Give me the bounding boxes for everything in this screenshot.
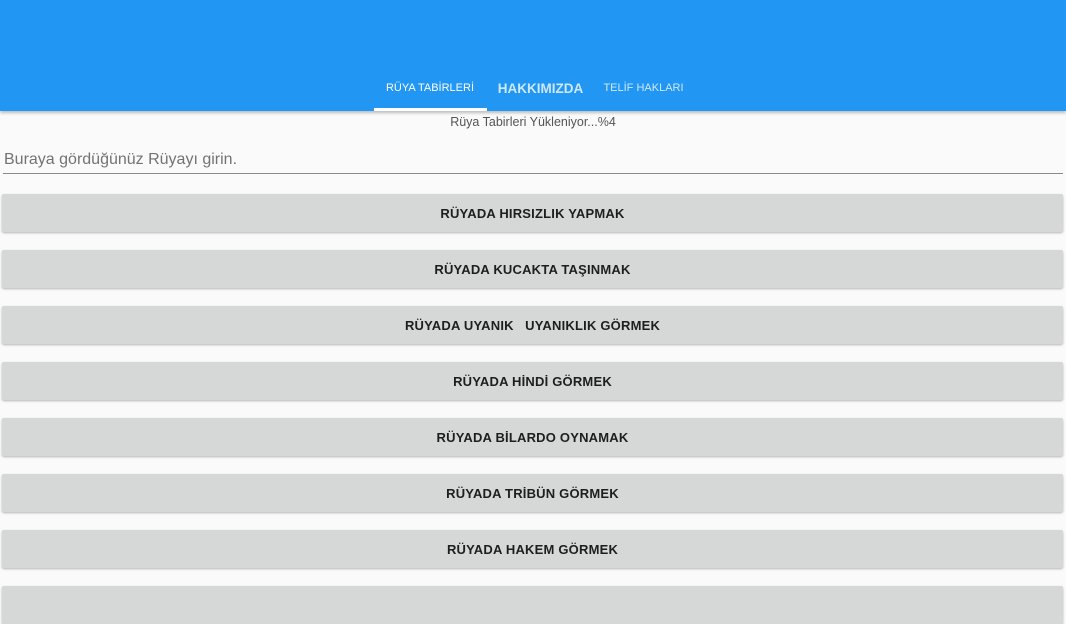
app-bar: RÜYA TABİRLERİ HAKKIMIZDA TELİF HAKLARI [0, 0, 1066, 111]
tab-bar: RÜYA TABİRLERİ HAKKIMIZDA TELİF HAKLARI [0, 65, 1066, 111]
loading-status: Rüya Tabirleri Yükleniyor...%4 [450, 115, 616, 129]
dream-button[interactable]: RÜYADA HIRSIZLIK YAPMAK [2, 194, 1063, 232]
dream-button[interactable]: RÜYADA TRİBÜN GÖRMEK [2, 474, 1063, 512]
dream-button[interactable]: RÜYADA BİLARDO OYNAMAK [2, 418, 1063, 456]
dream-button[interactable]: RÜYADA UYANIK UYANIKLIK GÖRMEK [2, 306, 1063, 344]
tab-telif-haklari[interactable]: TELİF HAKLARI [595, 65, 693, 111]
search-input[interactable] [3, 148, 1063, 172]
dream-button[interactable]: RÜYADA KUCAKTA TAŞINMAK [2, 250, 1063, 288]
dream-button[interactable]: RÜYADA HAKEM GÖRMEK [2, 530, 1063, 568]
search-field[interactable] [3, 148, 1063, 174]
dream-button[interactable] [2, 586, 1063, 624]
dream-button[interactable]: RÜYADA HİNDİ GÖRMEK [2, 362, 1063, 400]
tab-hakkimizda[interactable]: HAKKIMIZDA [487, 65, 595, 111]
tab-ruya-tabirleri[interactable]: RÜYA TABİRLERİ [373, 65, 487, 111]
